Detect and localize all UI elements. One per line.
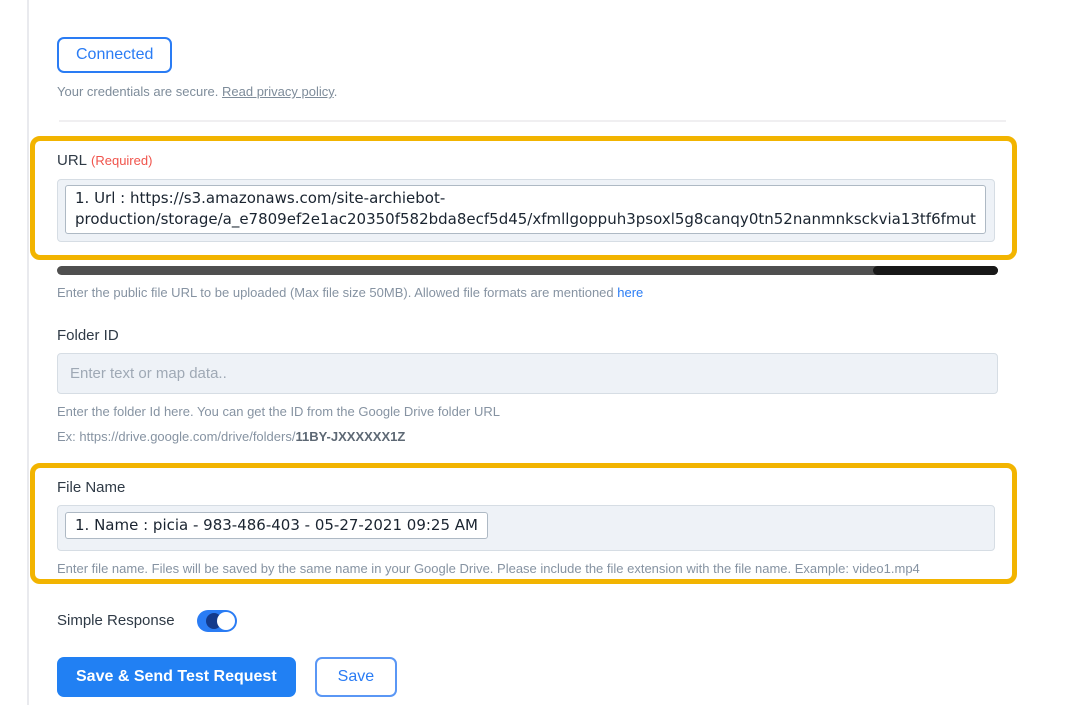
url-input[interactable]: 1. Url : https://s3.amazonaws.com/site-a… [57, 179, 995, 242]
simple-response-row: Simple Response [57, 609, 998, 632]
url-scrollbar-thumb[interactable] [873, 266, 998, 275]
file-name-label: File Name [57, 478, 126, 496]
section-divider [59, 120, 1006, 122]
save-button[interactable]: Save [314, 656, 398, 697]
url-input-horizontal-scrollbar[interactable] [57, 266, 998, 275]
file-name-highlight-box: File Name 1. Name : picia - 983-486-403 … [30, 462, 1017, 584]
action-setup-form: Connected Your credentials are secure. R… [30, 0, 1017, 697]
url-field-highlight-box: URL (Required) 1. Url : https://s3.amazon… [30, 136, 1017, 260]
simple-response-toggle[interactable] [196, 609, 237, 632]
folder-id-helper-text: Enter the folder Id here. You can get th… [57, 403, 500, 419]
file-name-mapped-value-token[interactable]: 1. Name : picia - 983-486-403 - 05-27-20… [65, 511, 488, 539]
file-name-input[interactable]: 1. Name : picia - 983-486-403 - 05-27-20… [57, 504, 995, 551]
folder-id-example-text: Ex: https://drive.google.com/drive/folde… [57, 428, 998, 446]
panel-left-border [27, 0, 29, 705]
allowed-formats-link[interactable]: here [617, 285, 643, 300]
url-mapped-value-token[interactable]: 1. Url : https://s3.amazonaws.com/site-a… [65, 185, 986, 234]
url-field-label: URL [57, 152, 88, 169]
folder-id-example-prefix: Ex: https://drive.google.com/drive/folde… [57, 429, 296, 445]
file-name-helper-text: Enter file name. Files will be saved by … [57, 560, 920, 576]
secure-line-period: . [333, 84, 338, 99]
url-helper-text: Enter the public file URL to be uploaded… [57, 284, 998, 302]
url-helper-label: Enter the public file URL to be uploaded… [57, 285, 618, 300]
url-value-line1: 1. Url : https://s3.amazonaws.com/site-a… [75, 189, 446, 207]
folder-id-label: Folder ID [57, 326, 119, 344]
connected-status-button[interactable]: Connected [57, 37, 173, 73]
folder-id-input[interactable] [57, 352, 998, 394]
save-and-send-test-request-button[interactable]: Save & Send Test Request [57, 656, 296, 697]
folder-id-example-id: 11BY-JXXXXXX1Z [295, 429, 406, 445]
simple-response-label: Simple Response [57, 612, 175, 630]
url-value-line2: production/storage/a_e7809ef2e1ac20350f5… [75, 210, 976, 229]
toggle-knob [216, 611, 235, 630]
url-field-label-row: URL (Required) [57, 152, 995, 170]
privacy-policy-link[interactable]: Read privacy policy [222, 84, 334, 99]
form-actions: Save & Send Test Request Save [57, 656, 998, 697]
url-required-badge: (Required) [91, 153, 153, 168]
credentials-secure-label: Your credentials are secure. [57, 84, 223, 99]
file-name-value: 1. Name : picia - 983-486-403 - 05-27-20… [75, 515, 478, 534]
credentials-secure-text: Your credentials are secure. Read privac… [57, 84, 998, 99]
